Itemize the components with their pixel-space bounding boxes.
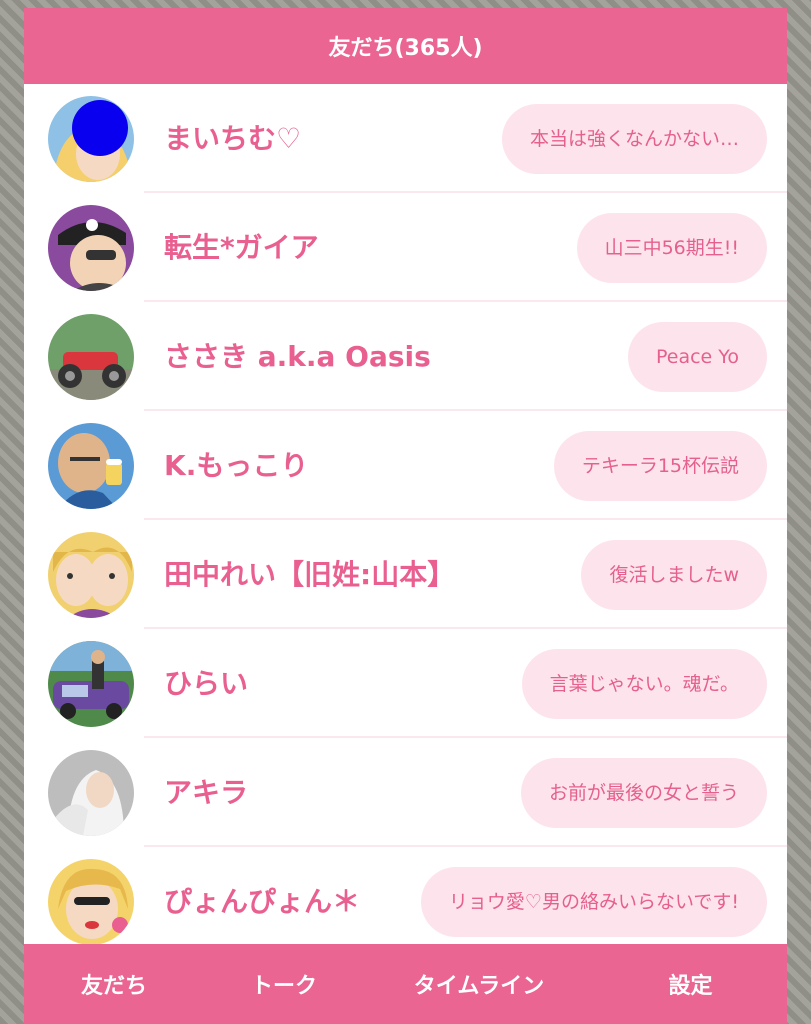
friend-avatar-icon (48, 641, 134, 727)
avatar[interactable] (48, 314, 134, 400)
status-message: Peace Yo (628, 322, 767, 392)
friend-row-6[interactable]: アキラ お前が最後の女と誓う (24, 738, 787, 847)
tab-timeline[interactable]: タイムライン (364, 968, 594, 1000)
friend-name: ひらい (164, 667, 249, 700)
friend-row-5[interactable]: ひらい 言葉じゃない。魂だ。 (24, 629, 787, 738)
avatar[interactable] (48, 205, 134, 291)
friend-avatar-icon (48, 859, 134, 945)
status-message: テキーラ15杯伝説 (553, 431, 767, 501)
avatar[interactable] (48, 423, 134, 509)
status-message: 山三中56期生!! (576, 213, 767, 283)
page-title: 友だち(365人) (328, 36, 483, 61)
friend-row-2[interactable]: ささき a.k.a Oasis Peace Yo (24, 302, 787, 411)
friend-avatar-icon (48, 314, 134, 400)
avatar[interactable] (48, 859, 134, 945)
header-bar: 友だち(365人) (24, 8, 787, 84)
friend-row-0[interactable]: まいちむ♡ 本当は強くなんかない… (24, 84, 787, 193)
friend-name: 田中れい【旧姓:山本】 (164, 558, 456, 591)
avatar[interactable] (48, 96, 134, 182)
friend-avatar-icon (48, 205, 134, 291)
friend-row-4[interactable]: 田中れい【旧姓:山本】 復活しましたw (24, 520, 787, 629)
friend-avatar-icon (48, 532, 134, 618)
avatar[interactable] (48, 641, 134, 727)
status-message: リョウ愛♡男の絡みいらないです! (420, 867, 767, 937)
friend-name: ささき a.k.a Oasis (164, 340, 431, 373)
friends-screen: 友だち(365人) まいちむ♡ 本当は強くなんかない… 転生*ガイア 山三中56… (24, 8, 787, 1024)
friend-row-1[interactable]: 転生*ガイア 山三中56期生!! (24, 193, 787, 302)
bottom-tab-bar: 友だち トーク タイムライン 設定 (24, 944, 787, 1024)
friend-row-7[interactable]: ぴょんぴょん＊ リョウ愛♡男の絡みいらないです! (24, 847, 787, 956)
friend-name: 転生*ガイア (164, 231, 319, 264)
friend-avatar-icon (48, 750, 134, 836)
friend-name: K.もっこり (164, 449, 309, 482)
status-message: 言葉じゃない。魂だ。 (521, 649, 767, 719)
friend-list: まいちむ♡ 本当は強くなんかない… 転生*ガイア 山三中56期生!! ささき a… (24, 84, 787, 956)
avatar[interactable] (48, 750, 134, 836)
tab-talk[interactable]: トーク (204, 968, 364, 1000)
tab-friends[interactable]: 友だち (24, 968, 204, 1000)
friend-name: アキラ (164, 776, 249, 809)
status-message: 復活しましたw (581, 540, 767, 610)
tab-settings[interactable]: 設定 (594, 968, 787, 1000)
status-message: 本当は強くなんかない… (501, 104, 767, 174)
friend-row-3[interactable]: K.もっこり テキーラ15杯伝説 (24, 411, 787, 520)
friend-avatar-icon (48, 423, 134, 509)
avatar[interactable] (48, 532, 134, 618)
friend-name: まいちむ♡ (164, 122, 302, 155)
status-message: お前が最後の女と誓う (520, 758, 767, 828)
friend-name: ぴょんぴょん＊ (164, 885, 361, 918)
friend-avatar-icon (48, 96, 134, 182)
